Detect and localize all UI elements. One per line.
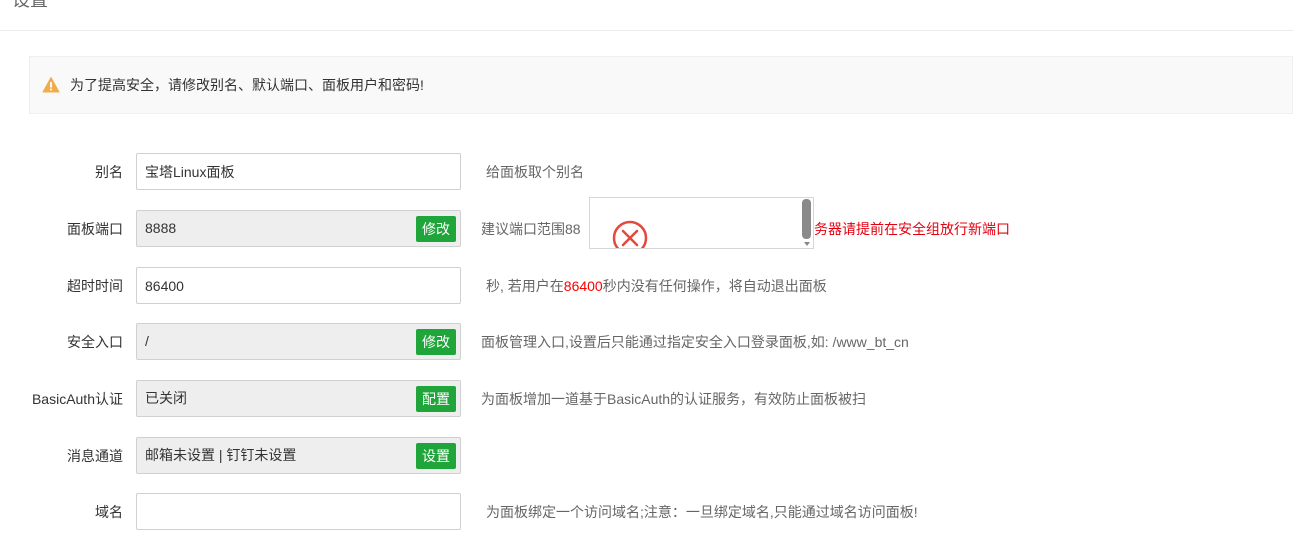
security-entry-hint: 面板管理入口,设置后只能通过指定安全入口登录面板,如: /www_bt_cn	[481, 334, 909, 350]
port-hint-warning: 务器请提前在安全组放行新端口	[814, 221, 1010, 237]
warning-icon	[42, 76, 60, 94]
timeout-hint-value: 86400	[563, 278, 603, 294]
security-alert: 为了提高安全，请修改别名、默认端口、面板用户和密码!	[29, 56, 1293, 114]
security-entry-label: 安全入口	[67, 334, 123, 350]
domain-hint: 为面板绑定一个访问域名;注意：一旦绑定域名,只能通过域名访问面板!	[486, 504, 918, 520]
timeout-hint: 秒, 若用户在86400秒内没有任何操作，将自动退出面板	[486, 267, 827, 305]
alert-text: 为了提高安全，请修改别名、默认端口、面板用户和密码!	[70, 77, 424, 93]
basic-auth-field: 已关闭 配置	[136, 380, 461, 417]
row-message-channel: 消息通道 邮箱未设置 | 钉钉未设置 设置	[0, 437, 1293, 475]
port-value: 8888	[145, 220, 177, 236]
port-field: 8888 修改	[136, 210, 461, 247]
page-title: 设置	[12, 0, 48, 10]
domain-input[interactable]	[136, 493, 461, 530]
alias-input[interactable]	[136, 153, 461, 190]
error-circle-icon	[612, 220, 648, 248]
row-security-entry: 安全入口 / 修改 面板管理入口,设置后只能通过指定安全入口登录面板,如: /w…	[0, 323, 1293, 361]
basic-auth-config-button[interactable]: 配置	[416, 386, 456, 412]
basic-auth-label: BasicAuth认证	[31, 391, 123, 407]
basic-auth-hint: 为面板增加一道基于BasicAuth的认证服务，有效防止面板被扫	[481, 391, 867, 407]
security-entry-edit-button[interactable]: 修改	[416, 329, 456, 355]
timeout-hint-suffix: 秒内没有任何操作，将自动退出面板	[602, 278, 827, 294]
security-entry-value: /	[145, 333, 149, 349]
row-alias: 别名 给面板取个别名	[0, 153, 1293, 191]
port-hint: 建议端口范围88	[481, 221, 581, 237]
timeout-hint-prefix: 秒, 若用户在	[486, 278, 564, 294]
popup-scrollbar[interactable]	[802, 199, 811, 239]
settings-page: 设置 为了提高安全，请修改别名、默认端口、面板用户和密码! 别名 给面板取个别名…	[0, 0, 1293, 535]
message-channel-value: 邮箱未设置 | 钉钉未设置	[145, 447, 297, 463]
timeout-label: 超时时间	[67, 278, 123, 294]
error-popup	[589, 197, 814, 249]
row-basic-auth: BasicAuth认证 已关闭 配置 为面板增加一道基于BasicAuth的认证…	[0, 380, 1293, 418]
port-label: 面板端口	[67, 221, 123, 237]
row-domain: 域名 为面板绑定一个访问域名;注意：一旦绑定域名,只能通过域名访问面板!	[0, 493, 1293, 531]
popup-scroll-down-icon[interactable]	[804, 242, 810, 246]
title-divider	[0, 30, 1293, 31]
port-edit-button[interactable]: 修改	[416, 216, 456, 242]
alias-hint: 给面板取个别名	[486, 164, 584, 180]
basic-auth-value: 已关闭	[145, 390, 187, 406]
row-timeout: 超时时间 秒, 若用户在86400秒内没有任何操作，将自动退出面板	[0, 267, 1293, 305]
message-channel-set-button[interactable]: 设置	[416, 443, 456, 469]
message-channel-field: 邮箱未设置 | 钉钉未设置 设置	[136, 437, 461, 474]
message-channel-label: 消息通道	[67, 448, 123, 464]
alias-label: 别名	[95, 164, 123, 180]
timeout-input[interactable]	[136, 267, 461, 304]
security-entry-field: / 修改	[136, 323, 461, 360]
domain-label: 域名	[95, 504, 123, 520]
